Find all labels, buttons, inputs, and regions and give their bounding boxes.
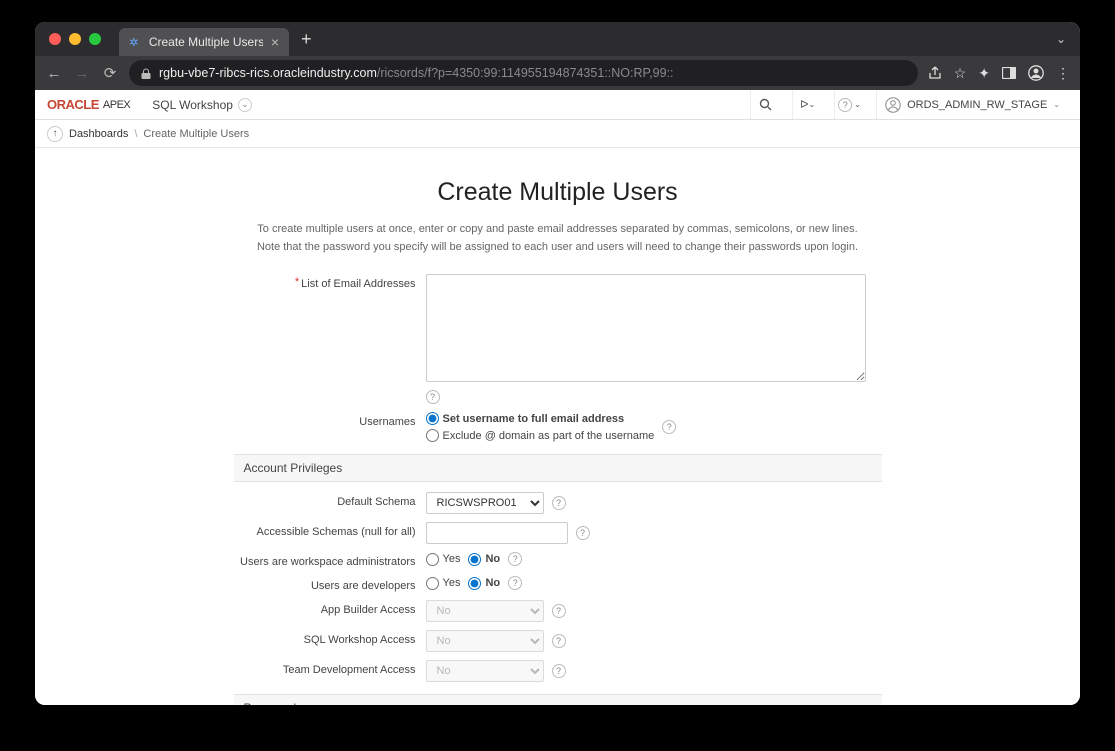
browser-tab[interactable]: ✲ Create Multiple Users ×: [119, 28, 289, 56]
label-usernames: Usernames: [359, 416, 415, 428]
nav-forward-icon[interactable]: →: [73, 65, 91, 82]
content: Create Multiple Users To create multiple…: [35, 148, 1080, 705]
team-dev-select: No: [426, 660, 544, 682]
tab-close-icon[interactable]: ×: [271, 34, 279, 50]
tab-favicon-icon: ✲: [127, 35, 141, 49]
section-privileges-header: Account Privileges: [234, 454, 882, 482]
app-builder-select: No: [426, 600, 544, 622]
window-zoom[interactable]: [89, 33, 101, 45]
page-title: Create Multiple Users: [35, 178, 1080, 207]
label-team-dev: Team Development Access: [283, 664, 416, 676]
header-search-icon[interactable]: [750, 90, 780, 119]
header-admin-icon[interactable]: ᐅ⌄: [792, 90, 822, 119]
toolbar: ← → ⟳ rgbu-vbe7-ribcs-rics.oracleindustr…: [35, 56, 1080, 90]
app-header: ORACLE APEX SQL Workshop ⌄ ᐅ⌄ ?⌄ ORDS_AD…: [35, 90, 1080, 120]
address-bar[interactable]: rgbu-vbe7-ribcs-rics.oracleindustry.com/…: [129, 60, 918, 86]
titlebar: ✲ Create Multiple Users × + ⌄: [35, 22, 1080, 56]
tab-title: Create Multiple Users: [149, 35, 263, 49]
url-text: rgbu-vbe7-ribcs-rics.oracleindustry.com/…: [159, 66, 674, 80]
label-developers: Users are developers: [311, 580, 416, 592]
chevron-down-icon: ⌄: [238, 98, 252, 112]
window-close[interactable]: [49, 33, 61, 45]
label-ws-admins: Users are workspace administrators: [240, 556, 415, 568]
label-sql-workshop: SQL Workshop Access: [304, 634, 416, 646]
header-user[interactable]: ORDS_ADMIN_RW_STAGE ⌄: [876, 90, 1068, 119]
nav-reload-icon[interactable]: ⟳: [101, 64, 119, 82]
browser-window: ✲ Create Multiple Users × + ⌄ ← → ⟳ rgbu…: [35, 22, 1080, 705]
help-developers[interactable]: ?: [508, 576, 522, 590]
email-list-textarea[interactable]: [426, 274, 866, 382]
section-privileges: Default Schema RICSWSPRO01 ? Accessible …: [234, 492, 882, 682]
menu-sql-workshop[interactable]: SQL Workshop ⌄: [142, 94, 262, 116]
traffic-lights: [49, 33, 101, 45]
help-app-builder[interactable]: ?: [552, 604, 566, 618]
bookmark-icon[interactable]: ☆: [954, 65, 967, 82]
developer-yes[interactable]: Yes: [426, 577, 461, 590]
user-icon: [885, 97, 901, 113]
toolbar-right: ☆ ✦ ⋮: [928, 65, 1070, 82]
tabs-overflow-icon[interactable]: ⌄: [1056, 32, 1066, 46]
default-schema-select[interactable]: RICSWSPRO01: [426, 492, 544, 514]
help-usernames[interactable]: ?: [662, 420, 676, 434]
lock-icon: [141, 68, 151, 79]
section-password-header: Password: [234, 694, 882, 705]
ws-admin-no[interactable]: No: [468, 553, 500, 566]
nav-back-icon[interactable]: ←: [45, 65, 63, 82]
breadcrumb-home[interactable]: Dashboards: [69, 128, 128, 140]
breadcrumb: ↑ Dashboards \ Create Multiple Users: [35, 120, 1080, 148]
extensions-icon[interactable]: ✦: [978, 65, 990, 82]
oracle-apex-logo[interactable]: ORACLE APEX: [47, 97, 130, 112]
menu-icon[interactable]: ⋮: [1056, 65, 1070, 82]
help-sql-workshop[interactable]: ?: [552, 634, 566, 648]
accessible-schemas-input[interactable]: [426, 522, 568, 544]
label-app-builder: App Builder Access: [321, 604, 416, 616]
form-main: *List of Email Addresses ? Usernames Set…: [234, 274, 882, 442]
username-option-exclude[interactable]: Exclude @ domain as part of the username: [426, 429, 655, 442]
share-icon[interactable]: [928, 66, 942, 80]
breadcrumb-current: Create Multiple Users: [143, 128, 249, 140]
ws-admin-yes[interactable]: Yes: [426, 553, 461, 566]
label-accessible-schemas: Accessible Schemas (null for all): [257, 526, 416, 538]
help-email-list[interactable]: ?: [426, 390, 440, 404]
intro-text: To create multiple users at once, enter …: [35, 221, 1080, 256]
panel-icon[interactable]: [1002, 67, 1016, 79]
help-default-schema[interactable]: ?: [552, 496, 566, 510]
help-team-dev[interactable]: ?: [552, 664, 566, 678]
window-minimize[interactable]: [69, 33, 81, 45]
app-viewport: ORACLE APEX SQL Workshop ⌄ ᐅ⌄ ?⌄ ORDS_AD…: [35, 90, 1080, 705]
username-option-full[interactable]: Set username to full email address: [426, 412, 655, 425]
label-email-list: List of Email Addresses: [301, 278, 415, 290]
profile-icon[interactable]: [1028, 65, 1044, 81]
label-default-schema: Default Schema: [337, 496, 415, 508]
help-accessible-schemas[interactable]: ?: [576, 526, 590, 540]
breadcrumb-up-icon[interactable]: ↑: [47, 126, 63, 142]
help-ws-admins[interactable]: ?: [508, 552, 522, 566]
header-help-icon[interactable]: ?⌄: [834, 90, 864, 119]
sql-workshop-select: No: [426, 630, 544, 652]
new-tab-button[interactable]: +: [301, 29, 312, 50]
developer-no[interactable]: No: [468, 577, 500, 590]
